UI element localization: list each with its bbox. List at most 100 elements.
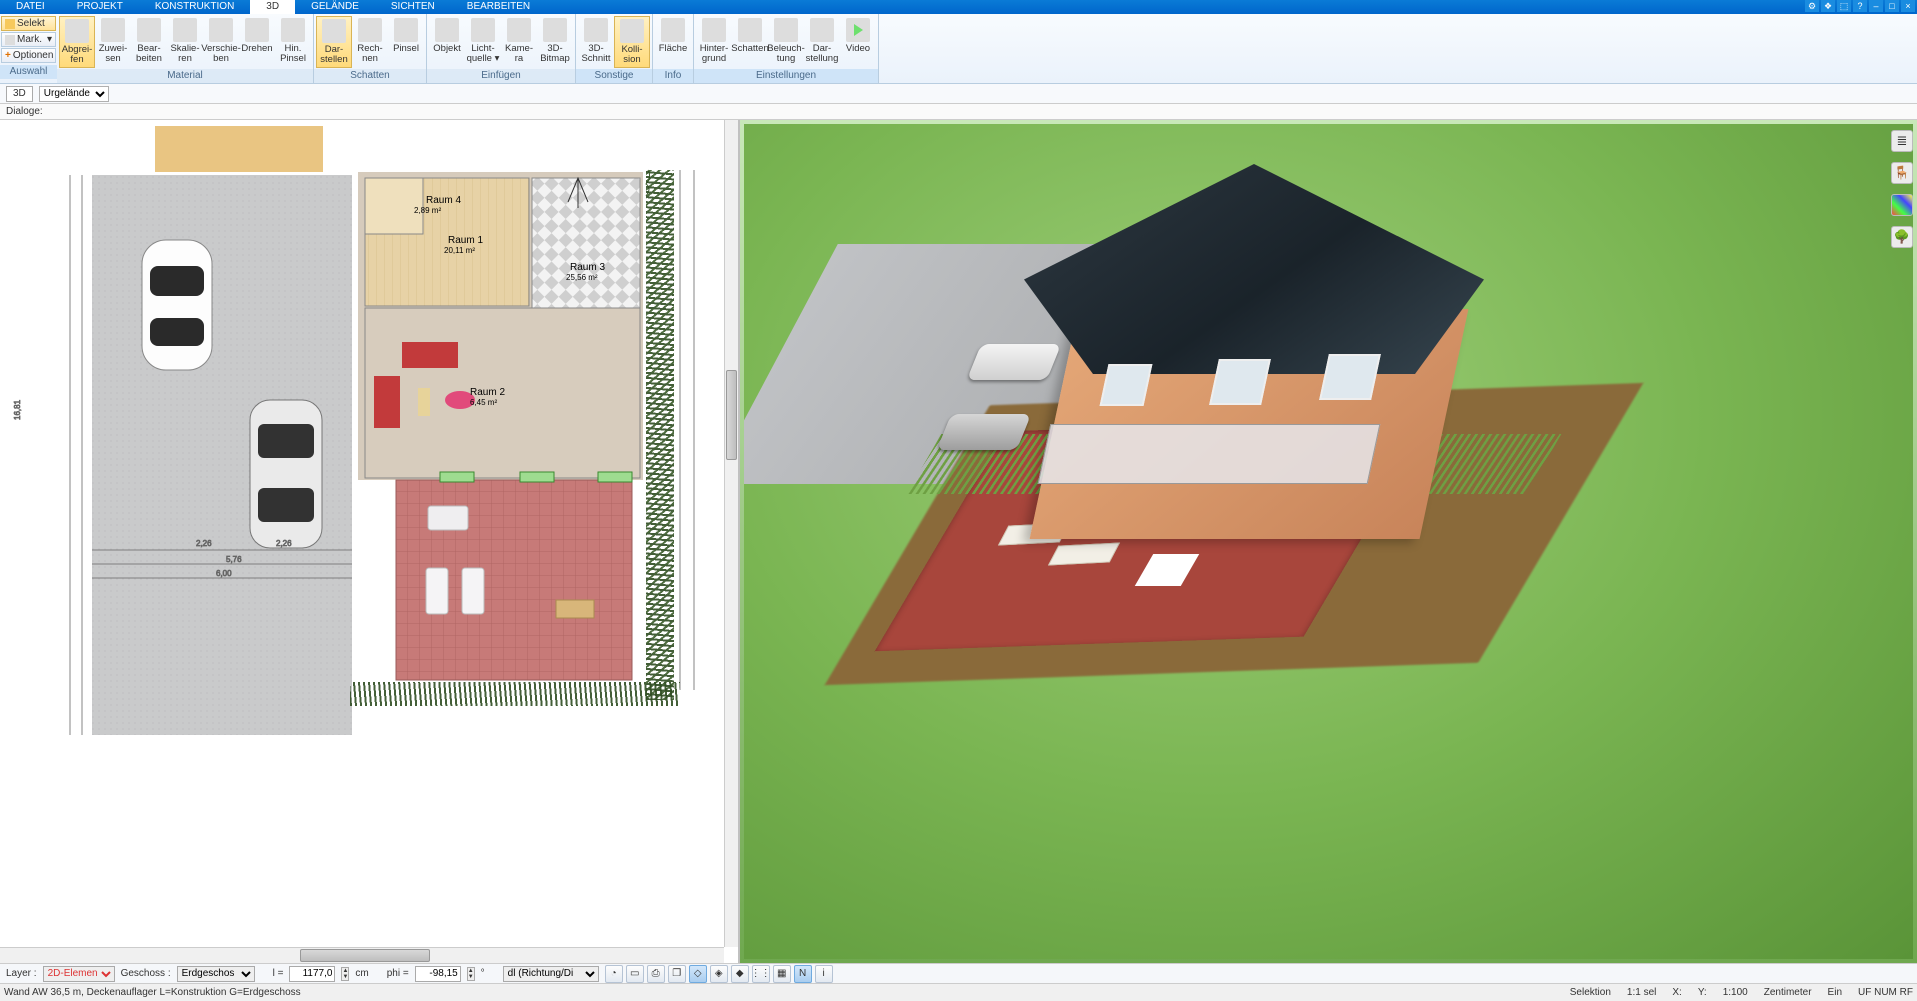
grid-icon[interactable]: ▦ — [773, 965, 791, 983]
print-icon[interactable]: ⎙ — [647, 965, 665, 983]
color-palette-icon[interactable] — [1891, 194, 1913, 216]
layer-select[interactable]: 2D-Elemen — [43, 966, 115, 982]
layers-icon[interactable]: ≣ — [1891, 130, 1913, 152]
snap2-icon[interactable]: ◈ — [710, 965, 728, 983]
tree-icon[interactable]: 🌳 — [1891, 226, 1913, 248]
help-icon[interactable]: ? — [1853, 0, 1867, 12]
ribbon-btn-pinsel[interactable]: Pinsel — [388, 16, 424, 56]
2d-plan-view[interactable]: Raum 4 2,89 m² Raum 1 20,11 m² Raum 3 25… — [0, 120, 740, 963]
bottom-toolbar: Layer : 2D-Elemen Geschoss : Erdgeschos … — [0, 963, 1917, 983]
geschoss-select[interactable]: Erdgeschos — [177, 966, 255, 982]
group-label-einfuegen: Einfügen — [427, 69, 575, 83]
ribbon-btn-rechnen[interactable]: Rech-nen — [352, 16, 388, 66]
clock-icon[interactable]: ◔ — [605, 965, 623, 983]
length-label: l = — [273, 968, 284, 979]
ribbon-btn-kollision[interactable]: Kolli-sion — [614, 16, 650, 68]
workspace: Raum 4 2,89 m² Raum 1 20,11 m² Raum 3 25… — [0, 120, 1917, 963]
menu-tab-konstruktion[interactable]: KONSTRUKTION — [139, 0, 250, 14]
ribbon-btn-schatten[interactable]: Schatten — [732, 16, 768, 56]
terrain-select[interactable]: Urgelände — [39, 86, 109, 102]
3d-perspective-view[interactable]: ≣ 🪑 🌳 — [740, 120, 1917, 963]
ribbon-btn-bearbeiten[interactable]: Bear-beiten — [131, 16, 167, 66]
view-mode-label: 3D — [6, 86, 33, 102]
stack-icon[interactable]: ❐ — [668, 965, 686, 983]
ribbon-btn-verschieben[interactable]: Verschie-ben — [203, 16, 239, 66]
dialoge-bar: Dialoge: — [0, 104, 1917, 120]
north-icon[interactable]: N — [794, 965, 812, 983]
grid-dots-icon[interactable]: ⋮⋮ — [752, 965, 770, 983]
group-label-auswahl: Auswahl — [0, 65, 57, 79]
direction-select[interactable]: dl (Richtung/Di — [503, 966, 599, 982]
menu-tab-projekt[interactable]: PROJEKT — [61, 0, 139, 14]
group-label-schatten: Schatten — [314, 69, 426, 83]
screen-icon[interactable]: ▭ — [626, 965, 644, 983]
mark-button[interactable]: Mark.▾ — [1, 32, 56, 47]
selection-side-column: Selekt Mark.▾ +Optionen — [0, 14, 57, 65]
ribbon-btn-drehen[interactable]: Drehen — [239, 16, 275, 56]
horizontal-scrollbar[interactable] — [0, 947, 724, 963]
ribbon-btn-flche[interactable]: Fläche — [655, 16, 691, 56]
furniture-icon[interactable]: 🪑 — [1891, 162, 1913, 184]
main-menu-bar: DATEIPROJEKTKONSTRUKTION3DGELÄNDESICHTEN… — [0, 0, 1917, 14]
ribbon-btn-darstellen[interactable]: Dar-stellen — [316, 16, 352, 68]
menu-tab-3d[interactable]: 3D — [250, 0, 295, 14]
layer-label: Layer : — [6, 968, 37, 979]
menu-tab-bearbeiten[interactable]: BEARBEITEN — [451, 0, 546, 14]
length-input[interactable] — [289, 966, 335, 982]
3d-side-tools: ≣ 🪑 🌳 — [1891, 130, 1913, 248]
snap1-icon[interactable]: ◇ — [689, 965, 707, 983]
maximize-icon[interactable]: □ — [1885, 0, 1899, 12]
menu-tab-sichten[interactable]: SICHTEN — [375, 0, 451, 14]
window-system-icons: ⚙ ❖ ⬚ ? – □ × — [1805, 0, 1915, 12]
ribbon-btn-beleuchtung[interactable]: Beleuch-tung — [768, 16, 804, 66]
sys-icon[interactable]: ⚙ — [1805, 0, 1819, 12]
svg-text:6,45 m²: 6,45 m² — [470, 398, 497, 407]
geschoss-label: Geschoss : — [121, 968, 171, 979]
snap3-icon[interactable]: ◆ — [731, 965, 749, 983]
ribbon-btn-hintergrund[interactable]: Hinter-grund — [696, 16, 732, 66]
svg-text:20,11 m²: 20,11 m² — [444, 246, 475, 255]
status-text: Wand AW 36,5 m, Deckenauflager L=Konstru… — [4, 987, 301, 998]
ribbon-btn-zuweisen[interactable]: Zuwei-sen — [95, 16, 131, 66]
select-button[interactable]: Selekt — [1, 16, 56, 31]
minimize-icon[interactable]: – — [1869, 0, 1883, 12]
svg-text:5,76: 5,76 — [226, 555, 242, 564]
phi-input[interactable] — [415, 966, 461, 982]
car-top-1 — [142, 240, 212, 370]
hedge — [350, 682, 680, 706]
menu-tab-gelände[interactable]: GELÄNDE — [295, 0, 375, 14]
view-selector-bar: 3D Urgelände — [0, 84, 1917, 104]
close-icon[interactable]: × — [1901, 0, 1915, 12]
info-icon[interactable]: i — [815, 965, 833, 983]
sys-icon[interactable]: ⬚ — [1837, 0, 1851, 12]
ribbon-btn-abgreifen[interactable]: Abgrei-fen — [59, 16, 95, 68]
view-mode-icons: ◔ ▭ ⎙ ❐ ◇ ◈ ◆ ⋮⋮ ▦ N i — [605, 965, 833, 983]
ribbon-toolbar: Selekt Mark.▾ +Optionen Auswahl Abgrei-f… — [0, 14, 1917, 84]
svg-text:2,26: 2,26 — [196, 539, 212, 548]
ribbon-btn-video[interactable]: Video — [840, 16, 876, 56]
ribbon-btn-hinpinsel[interactable]: Hin.Pinsel — [275, 16, 311, 66]
svg-text:Raum 2: Raum 2 — [470, 387, 505, 398]
phi-label: phi = — [387, 968, 409, 979]
3d-render-canvas[interactable] — [744, 124, 1913, 959]
status-bar: Wand AW 36,5 m, Deckenauflager L=Konstru… — [0, 983, 1917, 1001]
ribbon-btn-dbitmap[interactable]: 3D-Bitmap — [537, 16, 573, 66]
group-label-einstellungen: Einstellungen — [694, 69, 878, 83]
vertical-scrollbar[interactable] — [724, 120, 738, 947]
ribbon-btn-lichtquelle[interactable]: Licht-quelle ▾ — [465, 16, 501, 66]
sys-icon[interactable]: ❖ — [1821, 0, 1835, 12]
ribbon-btn-dschnitt[interactable]: 3D-Schnitt — [578, 16, 614, 66]
ribbon-btn-darstellung[interactable]: Dar-stellung — [804, 16, 840, 66]
floor-plan-canvas[interactable]: Raum 4 2,89 m² Raum 1 20,11 m² Raum 3 25… — [0, 120, 726, 740]
group-label-material: Material — [57, 69, 313, 83]
menu-tab-datei[interactable]: DATEI — [0, 0, 61, 14]
ribbon-btn-kamera[interactable]: Kame-ra — [501, 16, 537, 66]
room-label: Raum 4 — [426, 195, 461, 206]
ribbon-btn-skalieren[interactable]: Skalie-ren — [167, 16, 203, 66]
svg-text:16,81: 16,81 — [13, 399, 22, 420]
svg-text:6,00: 6,00 — [216, 569, 232, 578]
hedge — [646, 170, 674, 700]
svg-text:Raum 1: Raum 1 — [448, 235, 483, 246]
ribbon-btn-objekt[interactable]: Objekt — [429, 16, 465, 56]
options-button[interactable]: +Optionen — [1, 48, 56, 63]
